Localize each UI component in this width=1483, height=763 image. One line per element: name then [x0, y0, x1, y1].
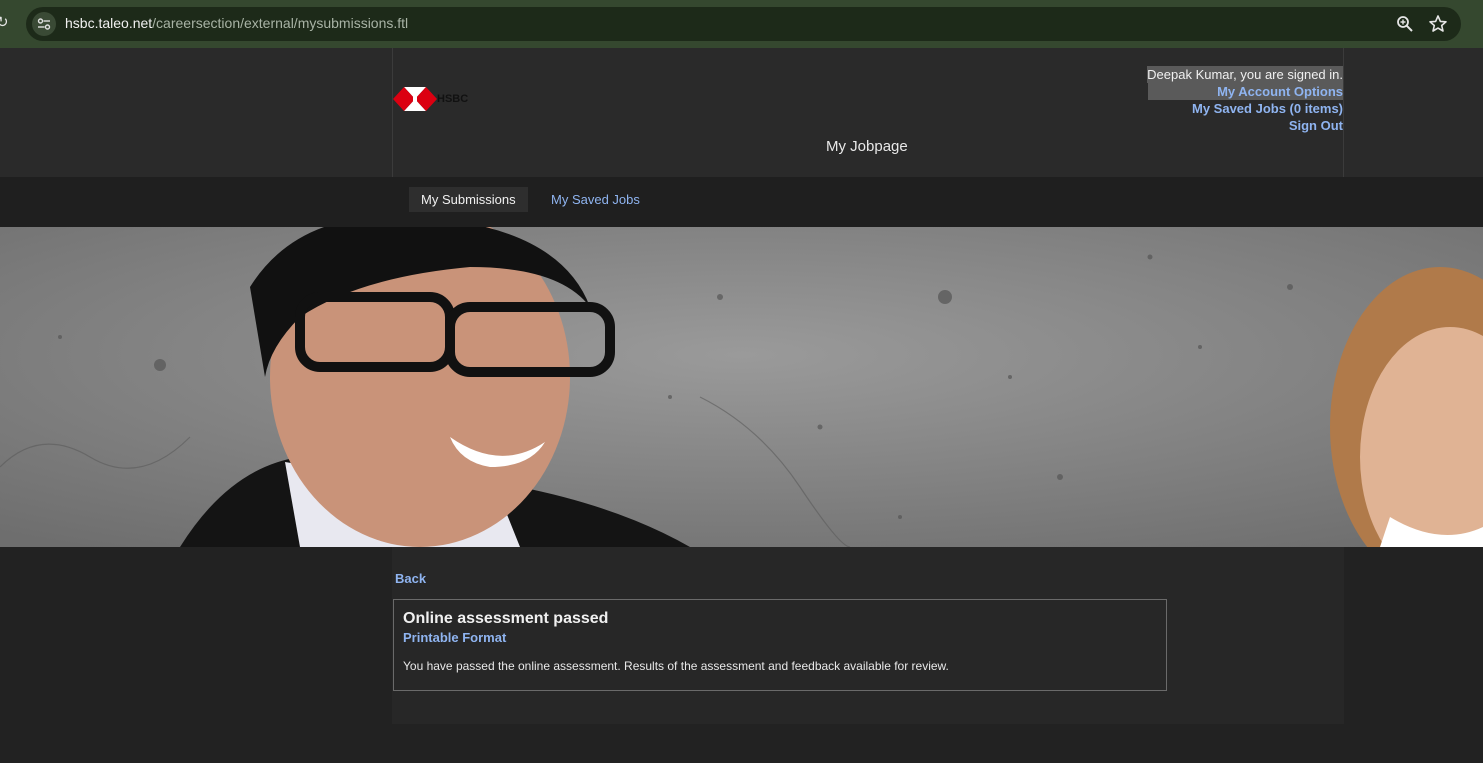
tab-my-submissions[interactable]: My Submissions	[409, 187, 528, 212]
hero-banner-image	[0, 227, 1483, 547]
message-body: You have passed the online assessment. R…	[403, 659, 949, 673]
signed-in-text: Deepak Kumar, you are signed in.	[1147, 66, 1343, 83]
url-text[interactable]: hsbc.taleo.net/careersection/external/my…	[65, 15, 408, 31]
saved-jobs-link[interactable]: My Saved Jobs (0 items)	[1192, 100, 1343, 117]
url-path: /careersection/external/mysubmissions.ft…	[152, 15, 409, 31]
url-host: hsbc.taleo.net	[65, 15, 153, 31]
message-panel: Online assessment passed Printable Forma…	[393, 599, 1167, 691]
star-icon[interactable]	[1428, 14, 1448, 39]
logo-text: HSBC	[437, 93, 469, 105]
tab-my-saved-jobs[interactable]: My Saved Jobs	[539, 187, 652, 212]
account-menu: Deepak Kumar, you are signed in. My Acco…	[1147, 66, 1343, 134]
sign-out-link[interactable]: Sign Out	[1289, 117, 1343, 134]
page-title: My Jobpage	[826, 138, 908, 155]
site-info-icon[interactable]	[32, 12, 56, 36]
printable-format-link[interactable]: Printable Format	[403, 630, 506, 645]
address-bar[interactable]: hsbc.taleo.net/careersection/external/my…	[26, 7, 1461, 41]
account-options-link[interactable]: My Account Options	[1148, 83, 1343, 100]
message-title: Online assessment passed	[403, 610, 609, 627]
hsbc-logo[interactable]	[393, 87, 437, 111]
tab-bar	[0, 177, 1483, 227]
zoom-icon[interactable]	[1396, 15, 1414, 38]
reload-icon[interactable]: ↻	[0, 13, 9, 31]
back-link[interactable]: Back	[395, 571, 426, 586]
browser-toolbar: ↻ hsbc.taleo.net/careersection/external/…	[0, 0, 1483, 48]
